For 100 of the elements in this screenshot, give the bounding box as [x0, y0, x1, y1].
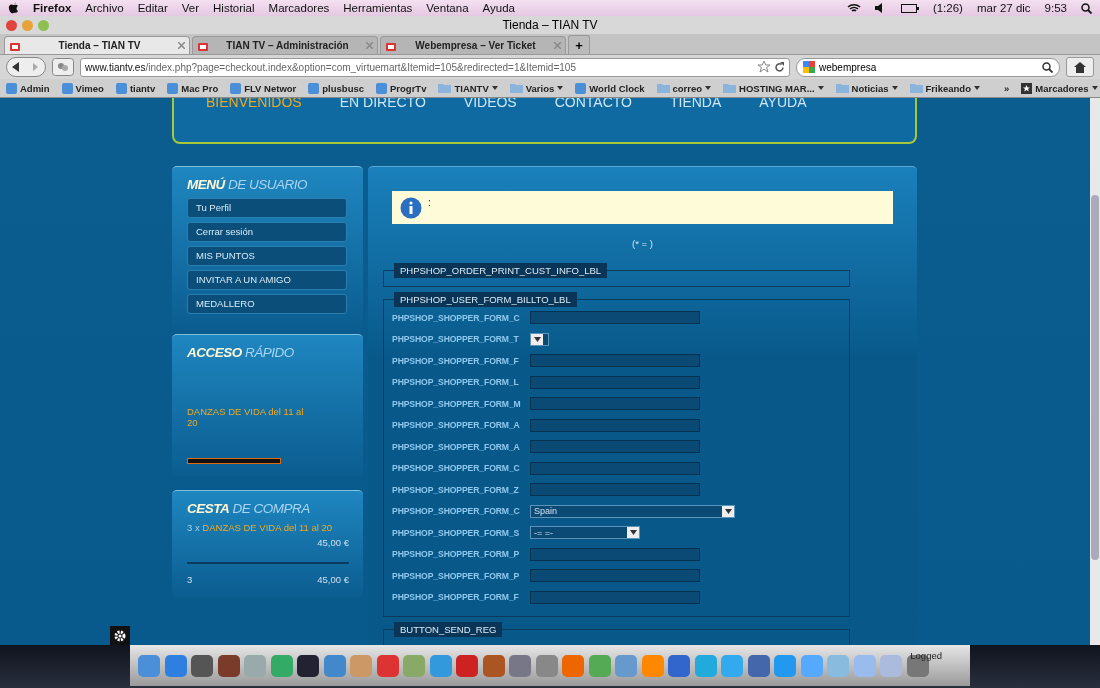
home-button[interactable]: [1066, 57, 1094, 77]
site-icon: [230, 82, 242, 94]
app-icon[interactable]: [297, 654, 319, 677]
bookmark-folder[interactable]: TIANTV: [438, 82, 498, 94]
bookmark-folder[interactable]: HOSTING MAR...: [723, 82, 824, 94]
close-tab-icon[interactable]: [178, 42, 185, 49]
bookmark-link[interactable]: plusbusc: [308, 82, 364, 94]
dropdown-arrow-icon: [627, 527, 639, 539]
site-nav-link[interactable]: EN DIRECTO: [339, 98, 426, 110]
panel-title: ACCESO RÁPIDO: [187, 345, 295, 360]
text-input[interactable]: [530, 461, 700, 475]
folder-icon: [509, 83, 523, 93]
menu-item[interactable]: Ver: [181, 2, 199, 14]
battery-icon[interactable]: [900, 3, 919, 13]
user-menu-item[interactable]: MEDALLERO: [187, 294, 347, 314]
field-label: PHPSHOP_SHOPPER_FORM_P: [392, 570, 521, 581]
scrollbar[interactable]: [1090, 98, 1100, 645]
search-field[interactable]: webempresa: [796, 57, 1060, 77]
search-icon[interactable]: [1042, 61, 1053, 73]
folder-icon: [656, 83, 670, 93]
zoom-button[interactable]: [38, 19, 49, 31]
bookmark-folder[interactable]: Varios: [509, 82, 564, 94]
site-nav-link[interactable]: VIDEOS: [463, 98, 517, 110]
site-nav-link[interactable]: TIENDA: [669, 98, 722, 110]
site-nav-link[interactable]: CONTACTO: [554, 98, 632, 110]
app-icon[interactable]: [217, 654, 240, 677]
close-tab-icon[interactable]: [366, 42, 373, 49]
bookmarks-menu[interactable]: Marcadores: [1021, 82, 1098, 94]
text-input[interactable]: [530, 418, 700, 432]
apple-icon[interactable]: [8, 2, 19, 14]
user-menu-item[interactable]: MIS PUNTOS: [187, 246, 347, 266]
field-label: PHPSHOP_SHOPPER_FORM_A: [392, 441, 521, 452]
text-input[interactable]: [530, 311, 700, 325]
dock-label: Logged: [910, 650, 942, 661]
wifi-icon[interactable]: [846, 3, 861, 13]
menu-item[interactable]: Herramientas: [343, 2, 413, 14]
user-menu-item[interactable]: Cerrar sesión: [187, 222, 347, 242]
back-button[interactable]: [6, 57, 46, 77]
bookmark-link[interactable]: Mac Pro: [167, 82, 219, 94]
section-legend: PHPSHOP_ORDER_PRINT_CUST_INFO_LBL: [394, 263, 608, 278]
text-input[interactable]: [530, 547, 700, 561]
browser-tab[interactable]: TIAN TV – Administración: [192, 36, 378, 54]
folder-icon: [909, 83, 923, 93]
panel-title: MENÚ DE USUARIO: [187, 177, 309, 192]
text-input[interactable]: [530, 590, 700, 604]
browser-tab[interactable]: Tienda – TIAN TV: [4, 36, 190, 54]
site-icon: [61, 82, 73, 94]
browser-tab[interactable]: Webempresa – Ver Ticket: [380, 36, 566, 54]
bookmark-folder[interactable]: Noticias: [835, 82, 898, 94]
dropdown-arrow-icon: [722, 505, 734, 517]
text-input[interactable]: [530, 375, 700, 389]
menu-item[interactable]: Marcadores: [268, 2, 330, 14]
select-field[interactable]: -= =-: [530, 526, 640, 540]
select-field[interactable]: [530, 332, 549, 346]
text-input[interactable]: [530, 397, 700, 411]
bookmark-link[interactable]: Admin: [6, 82, 50, 94]
user-menu-item[interactable]: Tu Perfil: [187, 198, 347, 218]
text-input[interactable]: [530, 569, 700, 583]
menu-item[interactable]: Ventana: [426, 2, 469, 14]
bookmark-link[interactable]: ProgrTv: [376, 82, 427, 94]
caret-icon: [891, 86, 898, 90]
reload-icon[interactable]: [774, 61, 785, 73]
more-bookmarks-button[interactable]: »: [1003, 82, 1010, 94]
user-menu-item[interactable]: INVITAR A UN AMIGO: [187, 270, 347, 290]
select-field[interactable]: Spain: [530, 504, 735, 518]
section-legend: BUTTON_SEND_REG: [394, 622, 503, 637]
text-input[interactable]: [530, 483, 700, 497]
field-label: PHPSHOP_SHOPPER_FORM_C: [392, 312, 521, 323]
caret-icon: [705, 86, 712, 90]
menu-item[interactable]: Editar: [137, 2, 168, 14]
address-bar[interactable]: www.tiantv.es/index.php?page=checkout.index&option=com_virtuemart&Itemid=105&redirected=1&Itemid=105: [80, 57, 790, 77]
text-input[interactable]: [530, 354, 700, 368]
caret-icon: [817, 86, 824, 90]
text-input[interactable]: [530, 440, 700, 454]
star-icon: [1021, 82, 1033, 94]
star-icon[interactable]: [758, 61, 770, 73]
bookmark-link[interactable]: FLV Networ: [230, 82, 297, 94]
bookmark-link[interactable]: tiantv: [115, 82, 156, 94]
panel-title: CESTA DE COMPRA: [187, 501, 311, 516]
search-icon[interactable]: [1081, 2, 1092, 14]
new-tab-button[interactable]: +: [568, 35, 590, 54]
required-note: (* = ): [631, 238, 654, 249]
menu-item[interactable]: Archivo: [85, 2, 124, 14]
menu-item[interactable]: Ayuda: [482, 2, 515, 14]
app-menu[interactable]: Firefox: [33, 2, 72, 14]
close-tab-icon[interactable]: [554, 42, 561, 49]
app-icon[interactable]: [191, 654, 213, 677]
site-icon: [6, 82, 17, 94]
menu-item[interactable]: Historial: [213, 2, 255, 14]
caret-icon: [1091, 86, 1098, 90]
tab-groups-button[interactable]: [52, 58, 74, 76]
bookmark-link[interactable]: World Clock: [575, 82, 645, 94]
minimize-button[interactable]: [22, 19, 33, 31]
close-button[interactable]: [6, 19, 17, 31]
bookmark-folder[interactable]: correo: [656, 82, 712, 94]
bookmark-link[interactable]: Vimeo: [61, 82, 104, 94]
site-icon: [575, 82, 587, 94]
item-price: 45,00 €: [316, 537, 349, 548]
site-nav-link[interactable]: AYUDA: [759, 98, 807, 110]
bookmark-folder[interactable]: Frikeando: [909, 82, 980, 94]
